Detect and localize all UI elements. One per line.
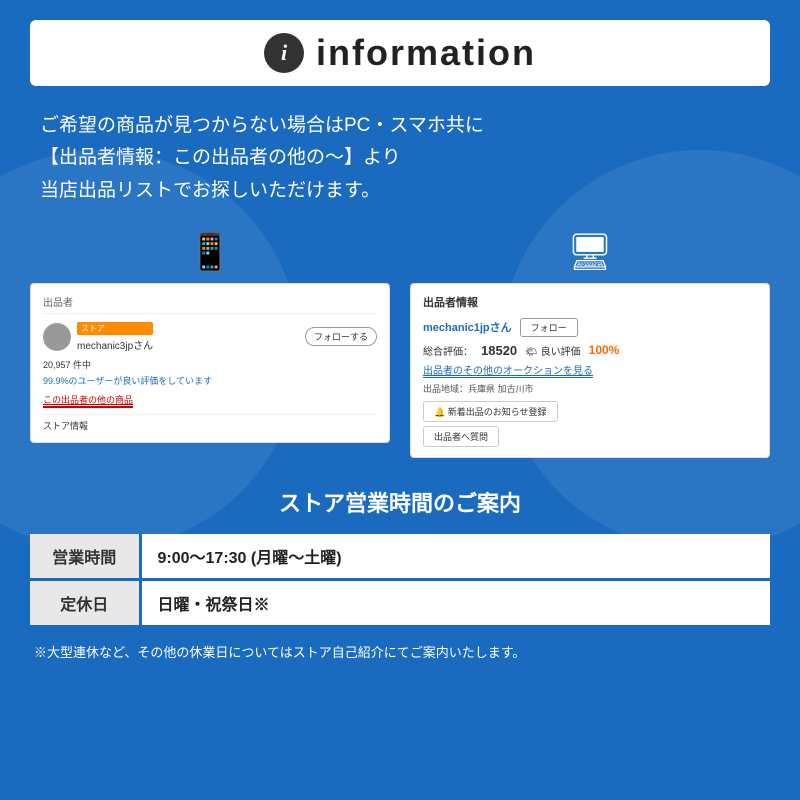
pc-section-label: 出品者情報	[423, 294, 757, 310]
table-row: 定休日 日曜・祝祭日※	[30, 579, 770, 626]
mobile-screenshot-container: 📱 出品者 ストア mechanic3jpさん フォローする 20,957 件中…	[30, 231, 390, 458]
mobile-mock-screen: 出品者 ストア mechanic3jpさん フォローする 20,957 件中 9…	[30, 283, 390, 443]
mobile-count: 20,957 件中	[43, 358, 377, 371]
pc-screenshot-container: 🖥 出品者情報 mechanic1jpさん フォロー 総合評価： 18520 🌤…	[410, 231, 770, 458]
header-banner: i information	[30, 20, 770, 86]
mobile-rating: 99.9%のユーザーが良い評価をしています	[43, 374, 377, 387]
pc-follow-button[interactable]: フォロー	[520, 318, 578, 337]
pc-question-button[interactable]: 出品者へ質問	[423, 426, 499, 447]
main-text-line1: ご希望の商品が見つからない場合はPC・スマホ共に	[40, 110, 760, 142]
pc-seller-row: mechanic1jpさん フォロー	[423, 318, 757, 337]
hours-footnote: ※大型連休など、その他の休業日についてはストア自己紹介にてご案内いたします。	[30, 642, 770, 661]
mobile-avatar	[43, 323, 71, 351]
pc-total-num: 18520	[481, 343, 517, 358]
store-hours-title: ストア営業時間のご案内	[30, 486, 770, 518]
mobile-seller-row: ストア mechanic3jpさん フォローする	[43, 322, 377, 352]
pc-location: 出品地域：兵庫県 加古川市	[423, 382, 757, 395]
value-business-hours: 9:00〜17:30 (月曜〜土曜)	[140, 534, 770, 580]
pc-seller-name: mechanic1jpさん	[423, 319, 512, 335]
main-container: i information ご希望の商品が見つからない場合はPC・スマホ共に 【…	[0, 0, 800, 681]
desktop-icon: 🖥	[567, 231, 613, 273]
screenshots-row: 📱 出品者 ストア mechanic3jpさん フォローする 20,957 件中…	[30, 231, 770, 458]
table-row: 営業時間 9:00〜17:30 (月曜〜土曜)	[30, 534, 770, 580]
mobile-store-badge: ストア	[77, 322, 153, 335]
pc-mock-screen: 出品者情報 mechanic1jpさん フォロー 総合評価： 18520 🌤 良…	[410, 283, 770, 458]
mobile-follow-button[interactable]: フォローする	[305, 327, 377, 346]
label-business-hours: 営業時間	[30, 534, 140, 580]
pc-rating-row: 総合評価： 18520 🌤 良い評価 100%	[423, 343, 757, 358]
main-text-line3: 当店出品リストでお探しいただけます。	[40, 175, 760, 207]
pc-auction-link[interactable]: 出品者のその他のオークションを見る	[423, 362, 593, 378]
main-text-line2: 【出品者情報：この出品者の他の〜】より	[40, 142, 760, 174]
label-closed-days: 定休日	[30, 579, 140, 626]
mobile-seller-name: mechanic3jpさん	[77, 341, 153, 352]
header-title: information	[316, 32, 536, 74]
info-icon: i	[264, 33, 304, 73]
mobile-store-info: ストア情報	[43, 414, 377, 432]
mobile-icon: 📱	[188, 231, 233, 273]
mobile-section-label: 出品者	[43, 294, 377, 314]
mobile-seller-link[interactable]: この出品者の他の商品	[43, 393, 133, 408]
value-closed-days: 日曜・祝祭日※	[140, 579, 770, 626]
mobile-seller-info: ストア mechanic3jpさん	[77, 322, 153, 352]
main-description: ご希望の商品が見つからない場合はPC・スマホ共に 【出品者情報：この出品者の他の…	[30, 110, 770, 207]
pc-good-label: 🌤 良い評価	[525, 343, 580, 358]
pc-good-pct: 100%	[589, 343, 620, 357]
pc-notify-button[interactable]: 🔔 新着出品のお知らせ登録	[423, 401, 558, 422]
pc-total-label: 総合評価：	[423, 343, 473, 358]
hours-table: 営業時間 9:00〜17:30 (月曜〜土曜) 定休日 日曜・祝祭日※	[30, 534, 770, 628]
